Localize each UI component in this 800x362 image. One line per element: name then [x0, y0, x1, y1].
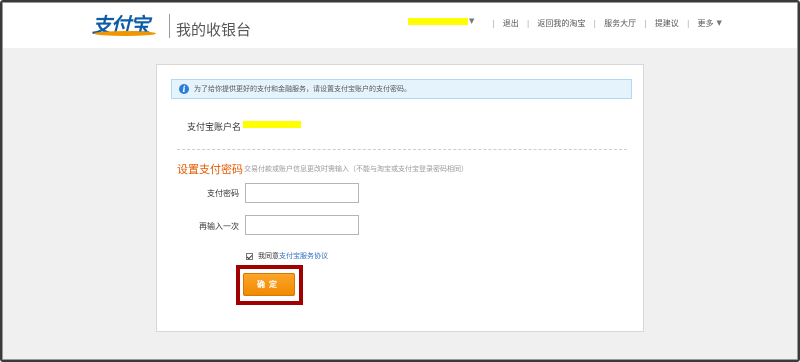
nav-feedback[interactable]: 提建议 [655, 18, 679, 29]
top-nav: | 退出 | 返回我的淘宝 | 服务大厅 | 提建议 | 更多 ▼ [484, 17, 722, 29]
nav-more[interactable]: 更多 [698, 18, 714, 29]
info-notice: i 为了给你提供更好的支付和金融服务，请设置支付宝账户的支付密码。 [171, 79, 632, 99]
password-field[interactable] [245, 183, 359, 203]
nav-separator: | [686, 18, 690, 28]
agree-checkbox[interactable] [246, 252, 253, 260]
nav-back-to-taobao[interactable]: 返回我的淘宝 [537, 18, 585, 29]
account-name-redacted [243, 121, 301, 128]
section-hint: 交易付款或账户信息更改时需输入（不能与淘宝或支付宝登录密码相同） [244, 165, 468, 173]
confirm-password-field[interactable] [245, 215, 359, 235]
nav-separator: | [593, 18, 597, 28]
account-name-label: 支付宝账户名 [187, 123, 242, 133]
agree-text: 我同意 [258, 252, 279, 260]
nav-separator: | [644, 18, 647, 28]
username-redacted[interactable] [408, 18, 468, 25]
chevron-down-icon[interactable]: ▼ [717, 19, 722, 27]
chevron-down-icon[interactable]: ▼ [469, 17, 474, 25]
top-header: 支付宝 我的收银台 ▼ | 退出 | 返回我的淘宝 | 服务大厅 | 提建议 |… [0, 0, 800, 48]
agreement-row: 我同意 支付宝服务协议 [246, 251, 328, 261]
info-icon: i [179, 84, 189, 94]
password-label: 支付密码 [207, 189, 239, 198]
nav-logout[interactable]: 退出 [503, 18, 519, 29]
page-title: 我的收银台 [176, 21, 252, 39]
notice-text: 为了给你提供更好的支付和金融服务，请设置支付宝账户的支付密码。 [194, 85, 411, 93]
alipay-logo[interactable]: 支付宝 [92, 9, 162, 39]
nav-separator: | [492, 18, 495, 28]
confirm-password-label: 再输入一次 [199, 222, 239, 231]
password-setup-card: i 为了给你提供更好的支付和金融服务，请设置支付宝账户的支付密码。 支付宝账户名… [156, 64, 644, 332]
section-title: 设置支付密码 [177, 163, 243, 176]
logo-divider [169, 14, 170, 38]
nav-separator: | [526, 18, 530, 28]
logo-swoosh [94, 31, 156, 36]
confirm-button[interactable]: 确定 [243, 273, 295, 296]
nav-service-hall[interactable]: 服务大厅 [604, 18, 636, 29]
service-agreement-link[interactable]: 支付宝服务协议 [279, 251, 328, 261]
section-divider [177, 149, 627, 150]
